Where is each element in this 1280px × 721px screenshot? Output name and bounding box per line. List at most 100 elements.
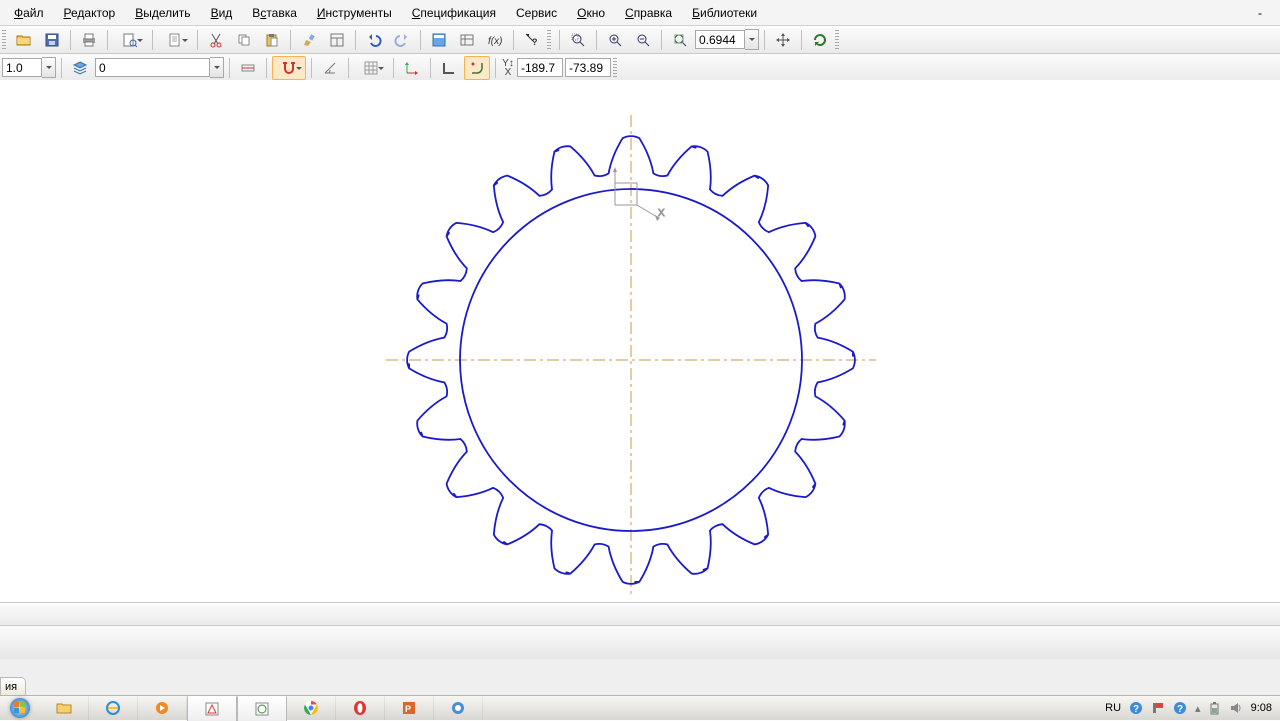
line-width-dropdown[interactable] (42, 57, 56, 78)
minimize-button[interactable]: - (1252, 4, 1268, 22)
copy-button[interactable] (231, 28, 257, 52)
grid-dropdown[interactable] (354, 56, 388, 80)
local-cs-button[interactable] (399, 56, 425, 80)
print-button[interactable] (76, 28, 102, 52)
chrome-icon (303, 700, 319, 716)
fx-button[interactable]: f(x) (482, 28, 508, 52)
properties-button[interactable] (324, 28, 350, 52)
coord-y-input[interactable] (565, 58, 611, 77)
redo-button[interactable] (389, 28, 415, 52)
task-opera[interactable] (336, 696, 385, 720)
drawing-area[interactable]: X (0, 80, 1280, 602)
toolbar-grip[interactable] (835, 30, 839, 50)
brush-icon (301, 32, 317, 48)
zoom-out-button[interactable] (630, 28, 656, 52)
task-explorer[interactable] (40, 696, 89, 720)
menu-libs[interactable]: Библиотеки (684, 5, 765, 21)
local-cs-icon (404, 60, 420, 76)
refresh-button[interactable] (807, 28, 833, 52)
doc-dropdown[interactable] (158, 28, 192, 52)
open-icon (16, 32, 32, 48)
menu-view[interactable]: Вид (203, 5, 241, 21)
properties-icon (329, 32, 345, 48)
task-app3[interactable] (434, 696, 483, 720)
cut-button[interactable] (203, 28, 229, 52)
help2-tray-icon[interactable]: ? (1173, 701, 1187, 715)
app2-icon (254, 701, 270, 717)
toolbar-grip[interactable] (547, 30, 551, 50)
task-kompas[interactable] (187, 696, 237, 721)
tray-chevron[interactable]: ▴ (1195, 702, 1201, 715)
save-icon (44, 32, 60, 48)
doc-icon (167, 32, 183, 48)
angle-icon (322, 60, 338, 76)
pan-icon (775, 32, 791, 48)
flag-tray-icon[interactable] (1151, 701, 1165, 715)
context-help-button[interactable]: ? (519, 28, 545, 52)
coord-x-input[interactable] (517, 58, 563, 77)
toolbar-grip[interactable] (613, 58, 617, 78)
paste-icon (264, 32, 280, 48)
layer-dropdown[interactable] (210, 57, 224, 78)
task-chrome[interactable] (287, 696, 336, 720)
task-wmp[interactable] (138, 696, 187, 720)
task-ppt[interactable]: P (385, 696, 434, 720)
battery-tray-icon[interactable] (1209, 701, 1221, 715)
tray-clock[interactable]: 9:08 (1251, 702, 1272, 714)
menu-window[interactable]: Окно (569, 5, 613, 21)
line-width-input[interactable] (2, 58, 42, 77)
preview-dropdown[interactable] (113, 28, 147, 52)
paste-button[interactable] (259, 28, 285, 52)
snap-dropdown[interactable] (272, 56, 306, 80)
save-button[interactable] (39, 28, 65, 52)
zoom-dropdown[interactable] (745, 29, 759, 50)
zoom-fit-button[interactable] (667, 28, 693, 52)
tab-fragment[interactable]: ия (0, 677, 26, 696)
menu-spec[interactable]: Спецификация (404, 5, 504, 21)
layer-button[interactable] (67, 56, 93, 80)
help-tray-icon[interactable]: ? (1129, 701, 1143, 715)
drawing-canvas: X (0, 80, 1280, 602)
zoom-in-icon (607, 32, 623, 48)
redo-icon (394, 32, 410, 48)
refresh-icon (812, 32, 828, 48)
preview-icon (122, 32, 138, 48)
windows-start-icon (9, 697, 31, 719)
menu-service[interactable]: Сервис (508, 5, 565, 21)
panel-band (0, 659, 1280, 696)
zoom-fit-icon (672, 32, 688, 48)
menu-help[interactable]: Справка (617, 5, 680, 21)
manager-button[interactable] (426, 28, 452, 52)
brush-button[interactable] (296, 28, 322, 52)
menu-insert[interactable]: Вставка (244, 5, 305, 21)
undo-button[interactable] (361, 28, 387, 52)
ortho-button[interactable] (436, 56, 462, 80)
menu-editor[interactable]: Редактор (56, 5, 124, 21)
round-button[interactable] (464, 56, 490, 80)
angle-snap-button[interactable] (317, 56, 343, 80)
auto-line-icon (240, 60, 256, 76)
layer-combo[interactable] (95, 57, 224, 78)
volume-tray-icon[interactable] (1229, 701, 1243, 715)
task-ie[interactable] (89, 696, 138, 720)
zoom-combo[interactable] (695, 29, 759, 50)
pan-button[interactable] (770, 28, 796, 52)
menu-select[interactable]: Выделить (127, 5, 198, 21)
tray-lang[interactable]: RU (1105, 702, 1121, 714)
auto-line-button[interactable] (235, 56, 261, 80)
zoom-window-button[interactable] (565, 28, 591, 52)
layer-input[interactable] (95, 58, 210, 77)
zoom-in-button[interactable] (602, 28, 628, 52)
open-button[interactable] (11, 28, 37, 52)
variables-button[interactable] (454, 28, 480, 52)
toolbar-grip[interactable] (2, 30, 6, 50)
zoom-input[interactable] (695, 30, 745, 49)
menu-file[interactable]: Файл (6, 5, 52, 21)
line-width-combo[interactable] (2, 57, 56, 78)
menu-tools[interactable]: Инструменты (309, 5, 400, 21)
status-bar (0, 602, 1280, 626)
round-icon (469, 60, 485, 76)
start-button[interactable] (0, 696, 40, 720)
ppt-icon: P (401, 700, 417, 716)
task-app2[interactable] (237, 696, 287, 721)
